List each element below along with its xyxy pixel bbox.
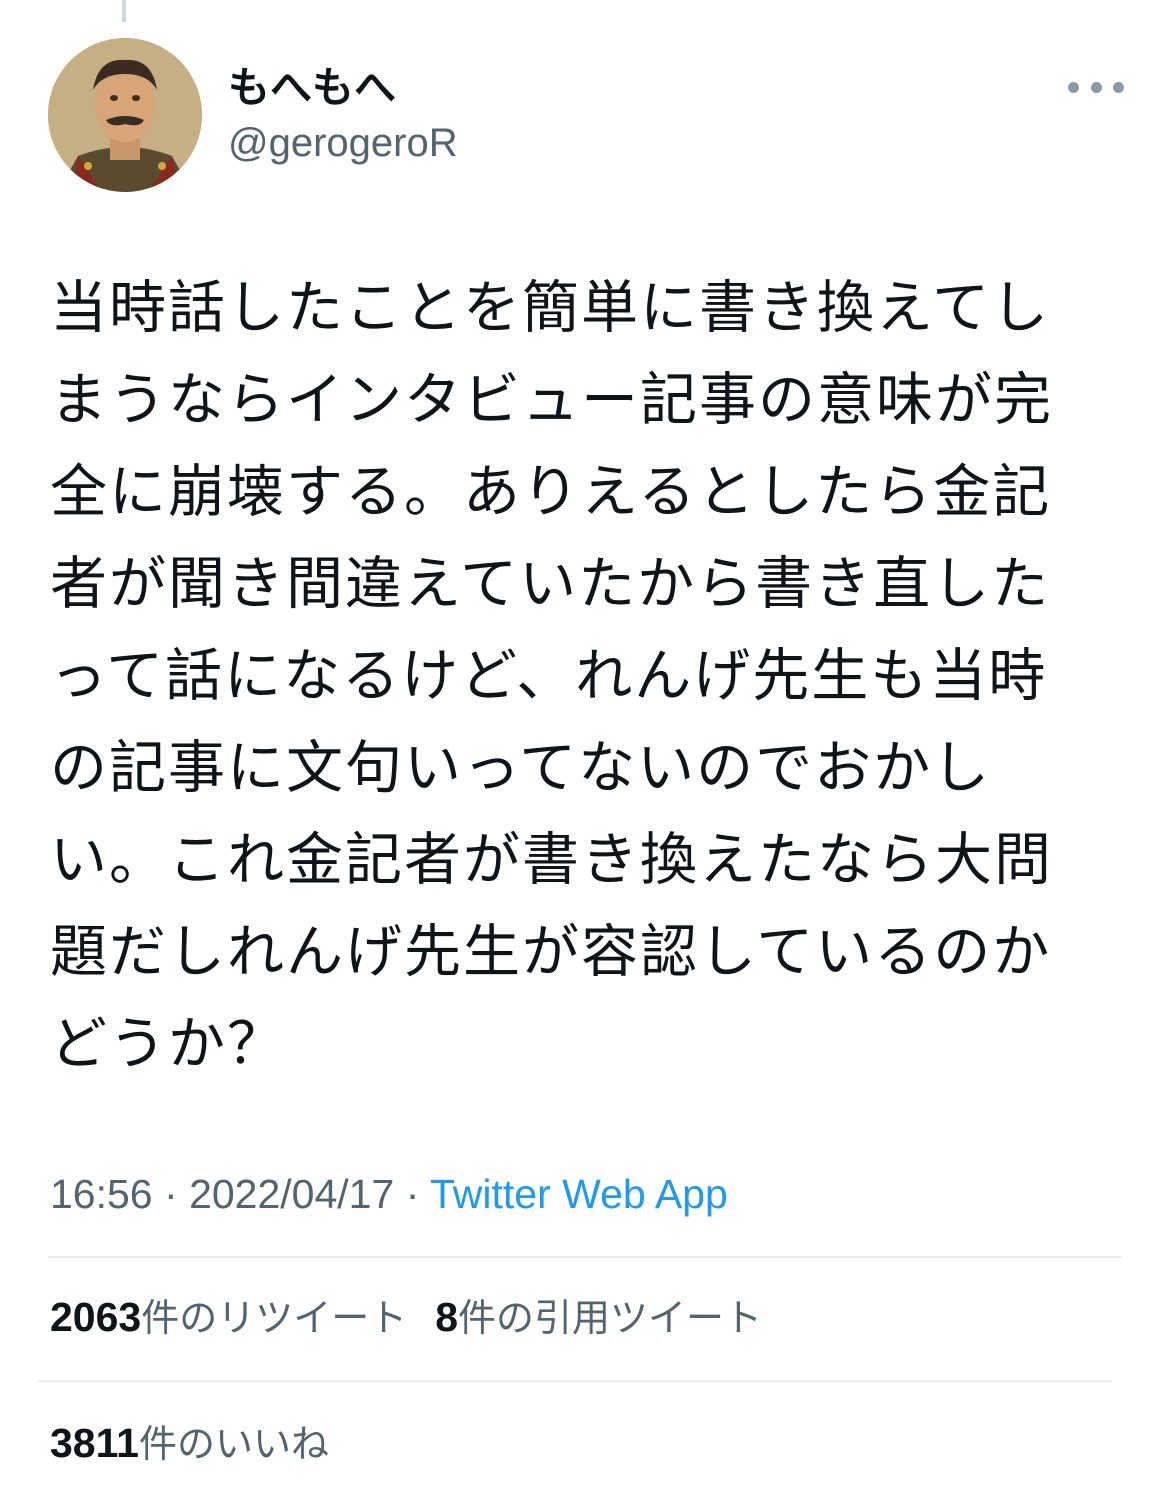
tweet-time[interactable]: 16:56 (50, 1171, 153, 1217)
more-horizontal-icon-dot (1090, 81, 1102, 93)
meta-separator: · (164, 1171, 178, 1217)
author-display-name[interactable]: もへもへ (228, 62, 396, 114)
tweet-source-link[interactable]: Twitter Web App (430, 1171, 728, 1217)
tweet-metadata: 16:56 · 2022/04/17 · Twitter Web App (50, 1168, 728, 1220)
retweets-stat[interactable]: 2063件のリツイート (50, 1294, 408, 1340)
profile-avatar[interactable] (48, 38, 202, 192)
divider (38, 1380, 1112, 1382)
thread-connector-line (122, 0, 126, 22)
retweet-quote-stats: 2063件のリツイート 8件の引用ツイート (50, 1292, 762, 1343)
more-horizontal-icon-dot (1113, 81, 1124, 93)
likes-count: 3811 (50, 1420, 139, 1466)
quotes-stat[interactable]: 8件の引用ツイート (435, 1294, 763, 1340)
retweets-label: 件のリツイート (141, 1296, 408, 1340)
tweet-detail-page: もへもへ @gerogeroR 当時話したことを簡単に書き換えてし まうならイン… (0, 0, 1170, 1496)
meta-separator: · (405, 1171, 420, 1217)
likes-stats[interactable]: 3811件のいいね (50, 1418, 329, 1469)
author-handle[interactable]: @gerogeroR (228, 118, 458, 168)
more-options-button[interactable] (1068, 72, 1124, 102)
tweet-date[interactable]: 2022/04/17 (189, 1171, 394, 1217)
quotes-label: 件の引用ツイート (458, 1296, 763, 1340)
tweet-body-text: 当時話したことを簡単に書き換えてし まうならインタビュー記事の意味が完 全に崩壊… (50, 275, 1053, 1077)
likes-label: 件のいいね (138, 1422, 329, 1466)
divider (48, 1256, 1122, 1258)
more-horizontal-icon (1068, 81, 1079, 93)
retweets-count: 2063 (50, 1294, 142, 1340)
quotes-count: 8 (435, 1294, 459, 1340)
avatar-portrait-icon (48, 38, 202, 192)
